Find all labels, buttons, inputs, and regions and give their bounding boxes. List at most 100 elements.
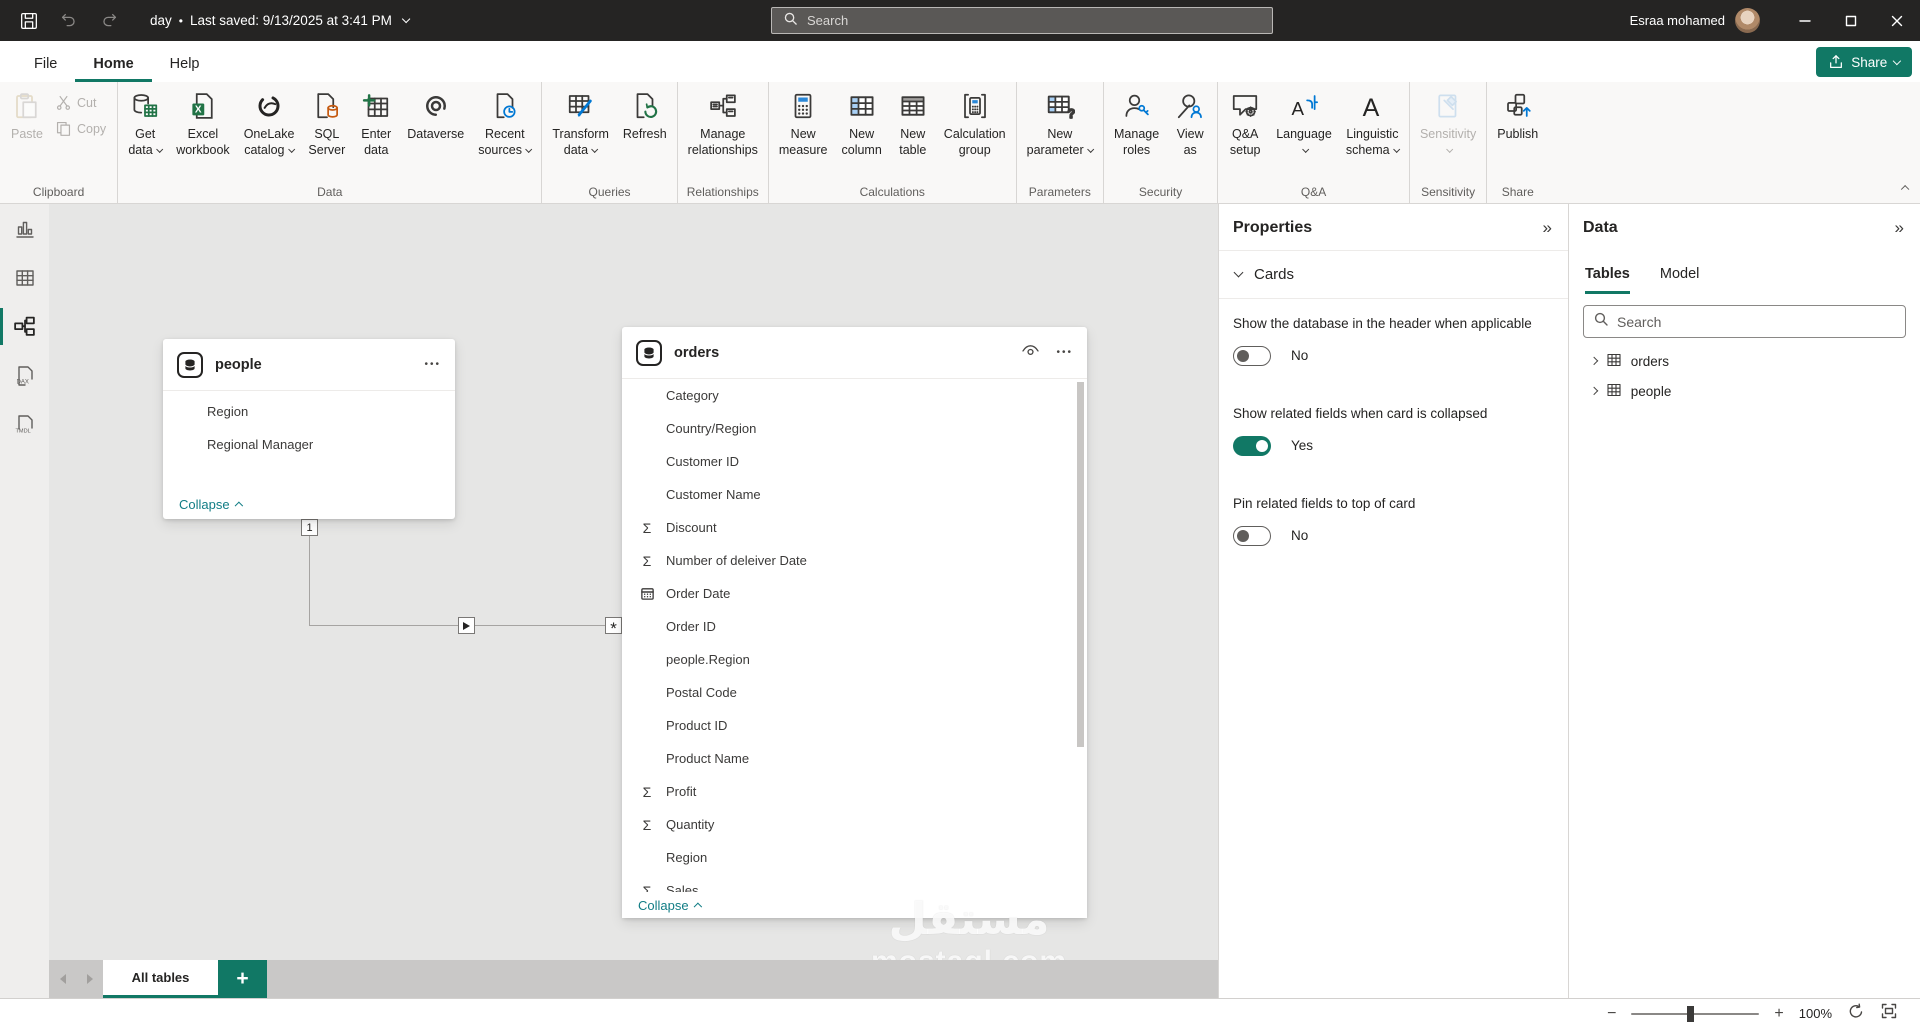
tab-tables[interactable]: Tables: [1585, 266, 1630, 294]
field-row[interactable]: Postal Code: [622, 676, 1087, 709]
redo-icon[interactable]: [94, 6, 124, 36]
onelake-catalog-button[interactable]: OneLake catalog: [237, 82, 302, 161]
field-row[interactable]: Σ Discount: [622, 511, 1087, 544]
get-data-button[interactable]: Get data: [121, 82, 169, 161]
collapse-pane-icon[interactable]: »: [1895, 218, 1904, 238]
enter-data-button[interactable]: Enter data: [352, 82, 400, 161]
tab-all-tables[interactable]: All tables: [103, 960, 218, 998]
language-button[interactable]: A Language: [1269, 82, 1339, 161]
copy-button[interactable]: Copy: [55, 120, 106, 137]
undo-icon[interactable]: [54, 6, 84, 36]
new-measure-icon: [786, 89, 820, 123]
minimize-button[interactable]: [1782, 0, 1828, 41]
sql-server-button[interactable]: SQL Server: [301, 82, 352, 161]
document-title[interactable]: day • Last saved: 9/13/2025 at 3:41 PM: [150, 13, 411, 28]
share-button[interactable]: Share: [1816, 47, 1912, 77]
field-row[interactable]: Region: [622, 841, 1087, 874]
toggle-pin-related-fields[interactable]: [1233, 525, 1271, 546]
tab-scroll-right-icon[interactable]: [76, 960, 103, 998]
excel-workbook-button[interactable]: X Excel workbook: [169, 82, 237, 161]
field-row[interactable]: Country/Region: [622, 412, 1087, 445]
field-row[interactable]: Σ Sales: [622, 874, 1087, 893]
toggle-show-database[interactable]: [1233, 345, 1271, 366]
tree-item-people[interactable]: people: [1569, 376, 1920, 406]
tab-scroll-left-icon[interactable]: [49, 960, 76, 998]
collapse-ribbon-icon[interactable]: [1900, 179, 1910, 197]
field-row[interactable]: Product ID: [622, 709, 1087, 742]
toggle-show-related-fields[interactable]: [1233, 435, 1271, 456]
data-search-box[interactable]: [1583, 305, 1906, 338]
reset-zoom-icon[interactable]: [1847, 1002, 1865, 1025]
avatar[interactable]: [1735, 8, 1760, 33]
paste-button[interactable]: Paste: [3, 82, 51, 144]
tab-model[interactable]: Model: [1660, 266, 1700, 294]
field-row[interactable]: Σ Profit: [622, 775, 1087, 808]
more-options-icon[interactable]: •••: [1056, 347, 1073, 358]
transform-data-button[interactable]: Transform data: [545, 82, 616, 161]
field-row[interactable]: people.Region: [622, 643, 1087, 676]
orders-table-card[interactable]: orders ••• Category Country/Region Custo…: [622, 327, 1087, 918]
field-row[interactable]: Customer ID: [622, 445, 1087, 478]
maximize-button[interactable]: [1828, 0, 1874, 41]
field-row[interactable]: Σ Quantity: [622, 808, 1087, 841]
field-row[interactable]: Region: [163, 395, 455, 428]
people-card-header[interactable]: people •••: [163, 339, 455, 391]
menu-file[interactable]: File: [16, 56, 75, 82]
linguistic-schema-button[interactable]: A Linguistic schema: [1339, 82, 1406, 161]
more-options-icon[interactable]: •••: [424, 359, 441, 370]
collapse-card-link[interactable]: Collapse: [179, 497, 243, 512]
fit-to-screen-icon[interactable]: [1880, 1002, 1898, 1025]
zoom-slider[interactable]: [1631, 1005, 1760, 1022]
zoom-out-button[interactable]: −: [1607, 1005, 1616, 1023]
new-measure-button[interactable]: New measure: [772, 82, 835, 161]
new-table-button[interactable]: New table: [889, 82, 937, 161]
add-layout-button[interactable]: +: [218, 960, 267, 998]
zoom-slider-thumb[interactable]: [1687, 1005, 1695, 1022]
data-search-input[interactable]: [1617, 313, 1896, 330]
calculation-group-button[interactable]: Calculation group: [937, 82, 1013, 161]
field-row[interactable]: Category: [622, 379, 1087, 412]
dataverse-button[interactable]: Dataverse: [400, 82, 471, 144]
orders-card-header[interactable]: orders •••: [622, 327, 1087, 379]
dax-query-view-icon[interactable]: DAX: [0, 351, 49, 400]
report-view-icon[interactable]: [0, 204, 49, 253]
tree-item-orders[interactable]: orders: [1569, 346, 1920, 376]
menu-home[interactable]: Home: [75, 56, 152, 82]
field-row[interactable]: Customer Name: [622, 478, 1087, 511]
manage-roles-button[interactable]: Manage roles: [1107, 82, 1166, 161]
field-row[interactable]: Order ID: [622, 610, 1087, 643]
global-search-box[interactable]: [771, 7, 1273, 34]
field-row[interactable]: Regional Manager: [163, 428, 455, 461]
table-view-icon[interactable]: [0, 253, 49, 302]
field-row[interactable]: Σ Number of deleiver Date: [622, 544, 1087, 577]
relationship-direction-icon[interactable]: [458, 617, 475, 634]
collapse-card-link[interactable]: Collapse: [638, 898, 702, 913]
chevron-right-icon[interactable]: [1589, 356, 1598, 366]
field-row[interactable]: Order Date: [622, 577, 1087, 610]
manage-relationships-button[interactable]: Manage relationships: [681, 82, 765, 161]
cut-button[interactable]: Cut: [55, 94, 106, 111]
eye-icon[interactable]: [1021, 343, 1040, 363]
qa-setup-button[interactable]: Q&A setup: [1221, 82, 1269, 161]
field-row[interactable]: Product Name: [622, 742, 1087, 775]
publish-button[interactable]: Publish: [1490, 82, 1545, 144]
search-input[interactable]: [807, 13, 1261, 28]
people-table-card[interactable]: people ••• Region Regional Manager Colla…: [163, 339, 455, 519]
view-as-button[interactable]: View as: [1166, 82, 1214, 161]
collapse-pane-icon[interactable]: »: [1543, 218, 1552, 238]
model-canvas[interactable]: 1 * people ••• Region Regional Manager C…: [49, 204, 1218, 998]
save-icon[interactable]: [14, 6, 44, 36]
sensitivity-button[interactable]: Sensitivity: [1413, 82, 1483, 161]
new-column-button[interactable]: New column: [835, 82, 889, 161]
zoom-in-button[interactable]: +: [1774, 1005, 1783, 1023]
tmdl-view-icon[interactable]: TMDL: [0, 400, 49, 449]
new-parameter-button[interactable]: ? New parameter: [1020, 82, 1100, 161]
card-scrollbar[interactable]: [1077, 382, 1084, 747]
chevron-right-icon[interactable]: [1589, 386, 1598, 396]
cards-section-header[interactable]: Cards: [1219, 251, 1568, 298]
model-view-icon[interactable]: [0, 302, 49, 351]
recent-sources-button[interactable]: Recent sources: [471, 82, 538, 161]
refresh-button[interactable]: Refresh: [616, 82, 674, 144]
menu-help[interactable]: Help: [152, 56, 218, 82]
close-button[interactable]: [1874, 0, 1920, 41]
